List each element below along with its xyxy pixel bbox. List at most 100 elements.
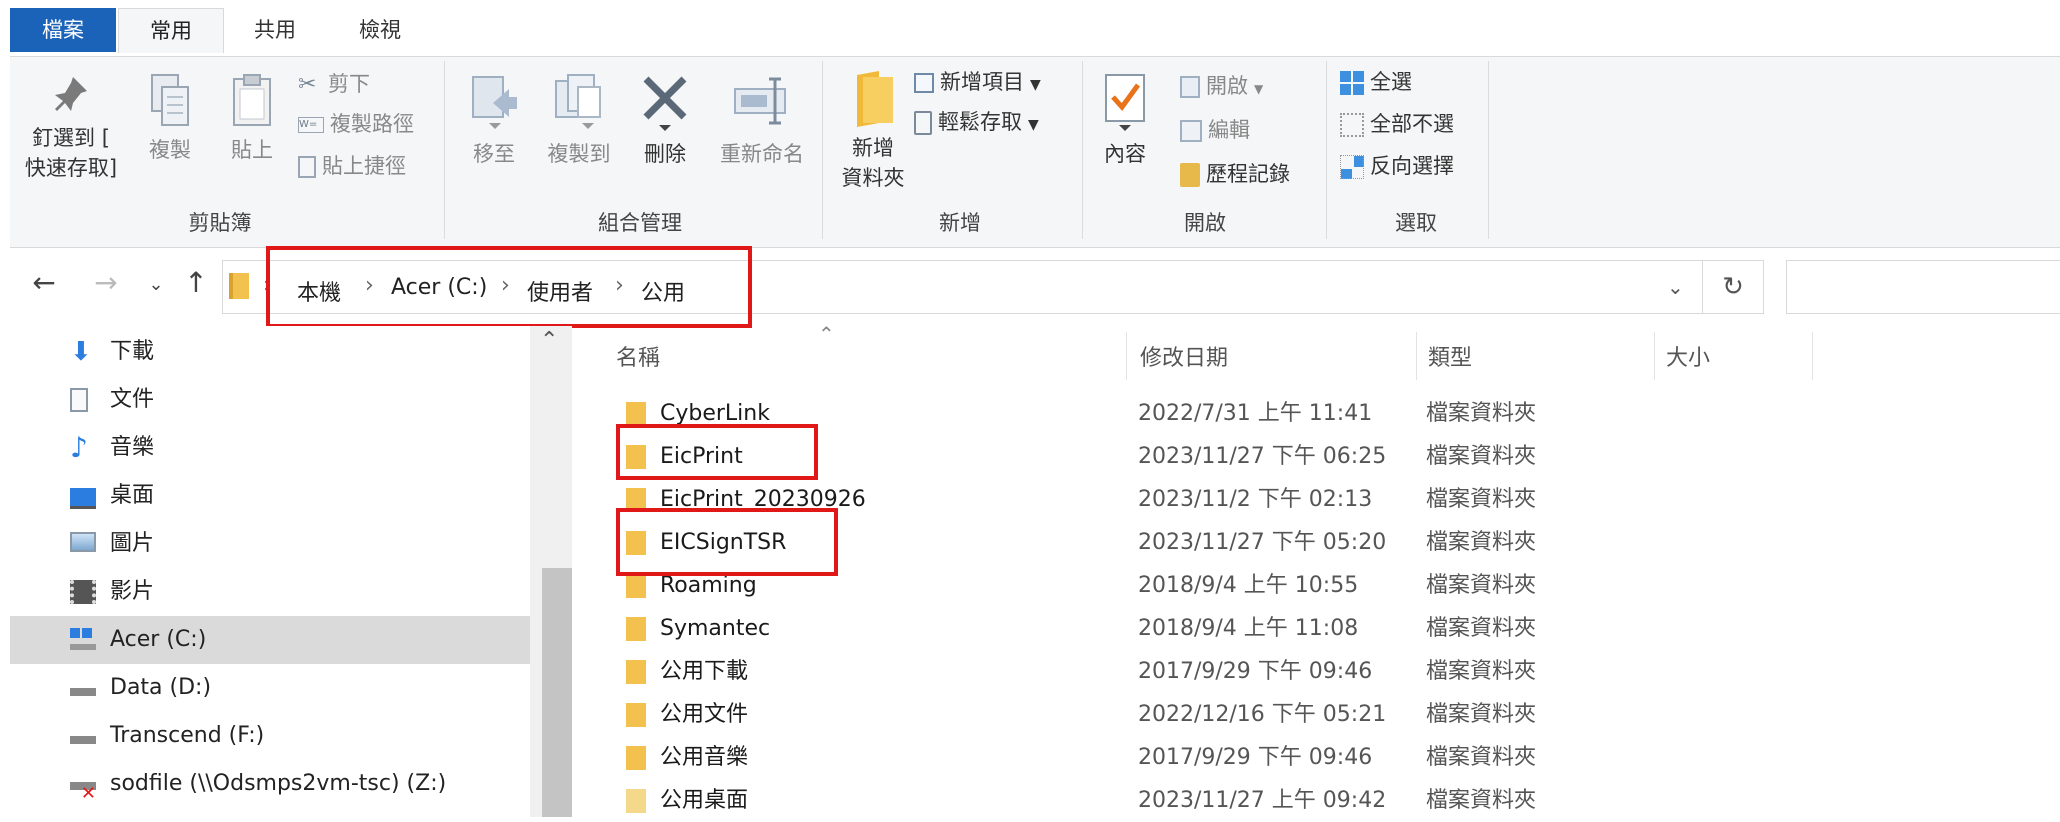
sidebar-item-music[interactable]: ♪ 音樂 bbox=[10, 424, 540, 472]
rename-label: 重新命名 bbox=[720, 142, 804, 166]
sidebar-item-pictures[interactable]: 圖片 bbox=[10, 520, 540, 568]
select-none-button[interactable]: 全部不選 bbox=[1340, 107, 1454, 141]
new-item-dropdown[interactable]: 新增項目 ▼ bbox=[914, 65, 1041, 99]
pin-label-line1: 釘選到 [ bbox=[32, 126, 110, 150]
file-type: 檔案資料夾 bbox=[1426, 487, 1537, 512]
scroll-up-chevron-icon[interactable]: ⌃ bbox=[540, 328, 558, 353]
drive-icon bbox=[70, 676, 96, 700]
column-header-name[interactable]: 名稱 bbox=[616, 340, 660, 372]
forward-arrow-icon[interactable]: → bbox=[88, 266, 124, 299]
file-modified: 2017/9/29 下午 09:46 bbox=[1138, 659, 1373, 684]
sidebar-item-sodfile-z[interactable]: ✕ sodfile (\\Odsmps2vm-tsc) (Z:) bbox=[10, 760, 540, 808]
rename-button[interactable]: 重新命名 bbox=[710, 71, 814, 169]
address-dropdown-chevron-icon[interactable]: ⌄ bbox=[1667, 275, 1684, 299]
file-name: 公用文件 bbox=[660, 702, 749, 727]
invert-selection-button[interactable]: 反向選擇 bbox=[1340, 149, 1454, 183]
sidebar-item-documents[interactable]: 文件 bbox=[10, 376, 540, 424]
file-modified: 2022/7/31 上午 11:41 bbox=[1138, 401, 1373, 426]
paste-icon bbox=[233, 74, 271, 126]
group-divider bbox=[822, 61, 823, 239]
file-modified: 2023/11/27 上午 09:42 bbox=[1138, 788, 1387, 813]
folder-icon bbox=[626, 789, 646, 813]
delete-x-icon bbox=[643, 76, 687, 131]
sidebar-item-downloads[interactable]: ⬇ 下載 bbox=[10, 328, 540, 376]
copy-path-button[interactable]: W= 複製路徑 bbox=[298, 107, 414, 141]
desktop-icon bbox=[70, 488, 96, 509]
new-folder-label-line2: 資料夾 bbox=[841, 166, 905, 190]
music-icon: ♪ bbox=[70, 431, 88, 464]
file-type: 檔案資料夾 bbox=[1426, 573, 1537, 598]
move-to-button[interactable]: 移至 bbox=[464, 71, 524, 169]
new-item-icon bbox=[914, 73, 934, 93]
open-dropdown[interactable]: 開啟 ▼ bbox=[1180, 69, 1263, 103]
up-arrow-icon[interactable]: ↑ bbox=[178, 266, 214, 299]
sidebar-item-data-d[interactable]: Data (D:) bbox=[10, 664, 540, 712]
back-arrow-icon[interactable]: ← bbox=[26, 266, 62, 299]
column-divider[interactable] bbox=[1416, 332, 1417, 380]
select-none-icon bbox=[1340, 113, 1364, 137]
new-folder-label-line1: 新增 bbox=[852, 136, 894, 160]
column-header-modified[interactable]: 修改日期 bbox=[1140, 340, 1228, 372]
select-all-button[interactable]: 全選 bbox=[1340, 65, 1412, 99]
sidebar-item-videos[interactable]: 影片 bbox=[10, 568, 540, 616]
edit-button[interactable]: 編輯 bbox=[1180, 113, 1250, 147]
tab-home[interactable]: 常用 bbox=[118, 8, 224, 53]
copy-to-button[interactable]: 複製到 bbox=[536, 71, 622, 169]
sidebar-item-acer-c[interactable]: Acer (C:) bbox=[10, 616, 540, 664]
move-to-label: 移至 bbox=[473, 142, 515, 166]
copy-button[interactable]: 複製 bbox=[138, 71, 202, 165]
easy-access-icon bbox=[914, 111, 932, 135]
file-modified: 2018/9/4 上午 11:08 bbox=[1138, 616, 1359, 641]
cut-button[interactable]: ✂ 剪下 bbox=[298, 67, 370, 101]
file-name: 公用桌面 bbox=[660, 788, 749, 813]
edit-pencil-icon bbox=[1180, 120, 1202, 142]
tab-view[interactable]: 檢視 bbox=[330, 8, 430, 52]
file-type: 檔案資料夾 bbox=[1426, 444, 1537, 469]
sidebar-item-transcend-f[interactable]: Transcend (F:) bbox=[10, 712, 540, 760]
file-row[interactable]: 公用桌面 2023/11/27 上午 09:42 檔案資料夾 bbox=[580, 779, 1810, 822]
history-button[interactable]: 歷程記錄 bbox=[1180, 157, 1290, 191]
refresh-icon[interactable]: ↻ bbox=[1702, 260, 1764, 314]
properties-label: 內容 bbox=[1104, 142, 1146, 166]
column-header-type[interactable]: 類型 bbox=[1428, 340, 1472, 372]
column-divider[interactable] bbox=[1812, 332, 1813, 380]
file-row[interactable]: Symantec 2018/9/4 上午 11:08 檔案資料夾 bbox=[580, 607, 1810, 650]
invert-selection-icon bbox=[1340, 155, 1364, 179]
file-name: 公用音樂 bbox=[660, 745, 749, 770]
group-divider bbox=[1488, 61, 1489, 239]
delete-button[interactable]: 刪除 bbox=[634, 71, 696, 169]
navigation-pane-scroll-thumb[interactable] bbox=[542, 568, 572, 817]
group-divider bbox=[1326, 61, 1327, 239]
rename-icon bbox=[734, 77, 786, 125]
column-divider[interactable] bbox=[1126, 332, 1127, 380]
pin-quick-access-button[interactable]: 釘選到 [ 快速存取] bbox=[16, 73, 126, 183]
pin-icon bbox=[55, 77, 87, 111]
search-input[interactable] bbox=[1786, 260, 2060, 314]
network-drive-disconnected-icon: ✕ bbox=[70, 772, 96, 804]
paste-shortcut-button[interactable]: 貼上捷徑 bbox=[298, 149, 406, 183]
properties-button[interactable]: 內容 bbox=[1090, 71, 1160, 169]
group-divider bbox=[444, 61, 445, 239]
column-header-size[interactable]: 大小 bbox=[1666, 340, 1710, 372]
highlight-box-breadcrumb bbox=[266, 246, 752, 328]
new-folder-button[interactable]: 新增 資料夾 bbox=[830, 69, 916, 193]
file-row[interactable]: 公用音樂 2017/9/29 下午 09:46 檔案資料夾 bbox=[580, 736, 1810, 779]
delete-label: 刪除 bbox=[644, 142, 686, 166]
column-divider[interactable] bbox=[1654, 332, 1655, 380]
tab-file[interactable]: 檔案 bbox=[10, 8, 116, 52]
highlight-box-eicsigntsr bbox=[616, 508, 838, 576]
file-name: 公用下載 bbox=[660, 659, 749, 684]
recent-locations-chevron-icon[interactable]: ⌄ bbox=[138, 274, 174, 295]
paste-button[interactable]: 貼上 bbox=[222, 71, 282, 165]
file-row[interactable]: 公用下載 2017/9/29 下午 09:46 檔案資料夾 bbox=[580, 650, 1810, 693]
sidebar-item-desktop[interactable]: 桌面 bbox=[10, 472, 540, 520]
folder-icon bbox=[626, 574, 646, 598]
new-group-label: 新增 bbox=[939, 211, 981, 235]
tab-share[interactable]: 共用 bbox=[230, 8, 320, 52]
folder-icon bbox=[626, 746, 646, 770]
ribbon: 釘選到 [ 快速存取] 複製 貼上 ✂剪下 W=複製路徑 貼上捷徑 剪貼簿 bbox=[10, 56, 2060, 248]
easy-access-dropdown[interactable]: 輕鬆存取 ▼ bbox=[914, 105, 1039, 139]
navigation-pane: ⬇ 下載 文件 ♪ 音樂 桌面 圖片 影片 Acer (C:) Data (D:… bbox=[10, 326, 540, 817]
copy-path-icon: W= bbox=[298, 117, 324, 133]
file-row[interactable]: 公用文件 2022/12/16 下午 05:21 檔案資料夾 bbox=[580, 693, 1810, 736]
